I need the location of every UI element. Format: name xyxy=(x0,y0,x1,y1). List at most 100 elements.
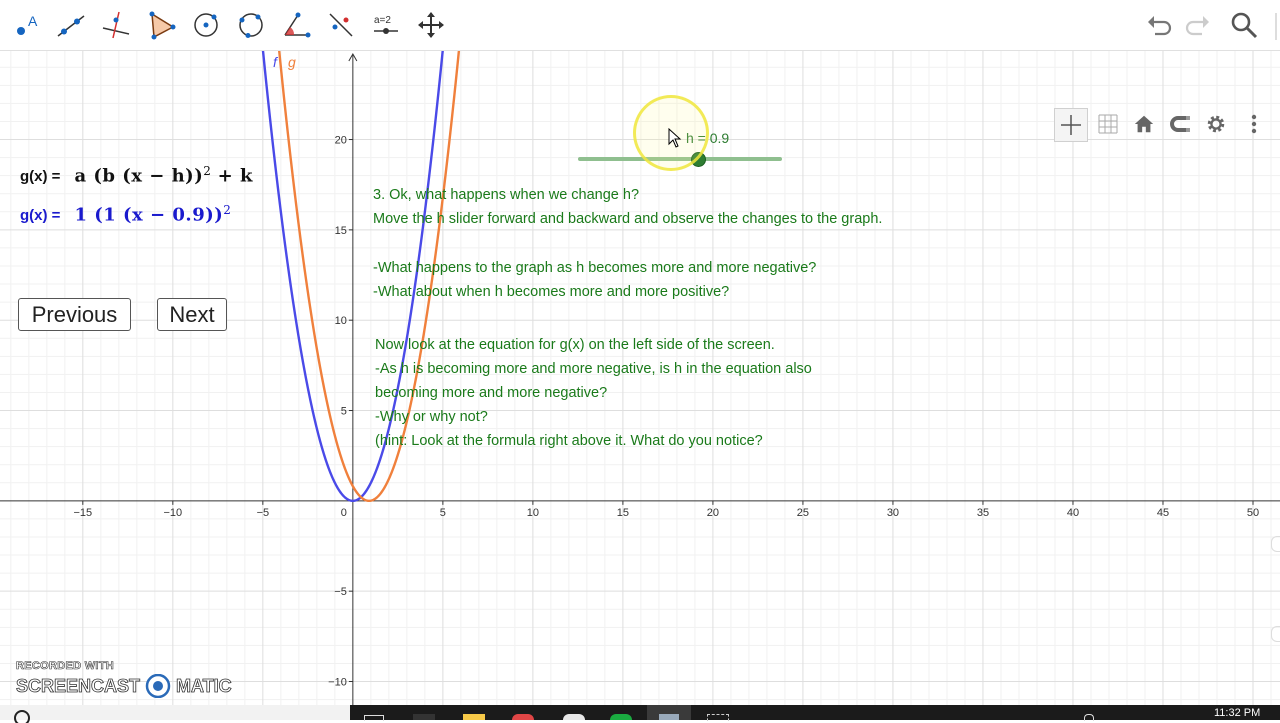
cortana-search-icon xyxy=(14,710,30,723)
watermark-brand-right: MATIC xyxy=(176,675,232,696)
x-tick-label: 45 xyxy=(1157,507,1169,519)
axes-icon xyxy=(1061,115,1081,135)
move-arrows-icon xyxy=(418,12,444,38)
polygon-tool[interactable] xyxy=(142,5,180,45)
x-tick-label: 15 xyxy=(617,507,629,519)
general-equation-label: g(x) = xyxy=(20,168,61,186)
menu-button[interactable] xyxy=(1264,5,1280,45)
instruction-line-8: -Why or why not? xyxy=(375,409,488,425)
perpendicular-line-tool[interactable] xyxy=(97,5,135,45)
general-equation-tail: + k xyxy=(210,165,253,187)
x-tick-label: −5 xyxy=(257,507,270,519)
curve-label-g: g xyxy=(288,54,296,70)
side-panel-handle[interactable] xyxy=(1271,536,1280,552)
specific-equation: g(x) = 1 (1 (x − 0.9))2 xyxy=(20,203,231,225)
graphics-view[interactable]: 0 −15 −10 −5 5 10 15 20 25 30 35 40 45 50 20 15 10 5 −5 −10… xyxy=(0,51,1280,705)
instruction-line-9: (hint: Look at the formula right above i… xyxy=(375,433,763,449)
circle-center-tool[interactable] xyxy=(187,5,225,45)
next-button[interactable]: Next xyxy=(157,298,227,331)
x-tick-label: −10 xyxy=(163,507,182,519)
circle-three-points-icon xyxy=(239,13,263,38)
y-tick-label: 10 xyxy=(335,315,347,327)
watermark-recorded-with: RECORDED WITH xyxy=(16,660,115,673)
x-tick-label: 40 xyxy=(1067,507,1079,519)
point-tool[interactable]: A xyxy=(8,5,46,45)
angle-icon xyxy=(284,12,311,38)
slider-tool-label: a=2 xyxy=(374,15,391,26)
circle-center-icon xyxy=(194,13,218,37)
more-vert-icon xyxy=(1275,13,1277,40)
toolbar: A a=2 xyxy=(0,0,1280,51)
y-tick-label: 5 xyxy=(341,406,347,418)
reflect-tool[interactable] xyxy=(322,5,360,45)
curve-label-f: f xyxy=(273,54,277,70)
point-tool-icon: A xyxy=(17,13,38,35)
standard-view-button[interactable] xyxy=(1128,108,1160,140)
gear-icon xyxy=(1207,115,1225,133)
redo-button[interactable] xyxy=(1178,5,1216,45)
specific-equation-exponent: 2 xyxy=(223,203,231,217)
magnet-icon xyxy=(1170,116,1190,132)
previous-button[interactable]: Previous xyxy=(18,298,131,331)
taskbar-app-3-icon[interactable] xyxy=(610,714,632,720)
taskbar-active-app[interactable] xyxy=(647,705,691,720)
instruction-line-5: Now look at the equation for g(x) on the… xyxy=(375,337,775,353)
point-capturing-button[interactable] xyxy=(1164,108,1196,140)
polygon-icon xyxy=(149,11,176,40)
search-button[interactable] xyxy=(1225,5,1263,45)
y-tick-label: −10 xyxy=(328,677,347,689)
file-explorer-icon[interactable] xyxy=(463,714,485,720)
instruction-line-6: -As h is becoming more and more negative… xyxy=(375,361,812,377)
instruction-line-3: -What happens to the graph as h becomes … xyxy=(373,260,817,276)
undo-icon xyxy=(1148,16,1172,36)
watermark-brand-left: SCREENCAST xyxy=(16,675,141,696)
task-view-icon[interactable] xyxy=(364,715,384,721)
cursor-arrow-icon xyxy=(668,128,682,148)
x-tick-label: 25 xyxy=(797,507,809,519)
reflect-icon xyxy=(329,13,353,37)
browser-icon[interactable] xyxy=(512,714,534,720)
undo-button[interactable] xyxy=(1141,5,1179,45)
instruction-line-7: becoming more and more negative? xyxy=(375,385,608,401)
home-icon xyxy=(1134,115,1154,133)
general-equation: g(x) = a (b (x − h))2 + k xyxy=(20,164,253,186)
line-icon xyxy=(57,15,85,37)
taskbar-app-1-icon[interactable] xyxy=(413,714,435,720)
grid-icon xyxy=(1098,114,1118,134)
y-tick-label: 20 xyxy=(335,135,347,147)
x-tick-label: 5 xyxy=(440,507,446,519)
taskbar-app-2-icon[interactable] xyxy=(563,714,585,720)
x-tick-label: 30 xyxy=(887,507,899,519)
more-vert-icon xyxy=(1251,114,1257,134)
screencast-watermark: RECORDED WITH SCREENCAST MATIC xyxy=(16,660,232,698)
screencast-logo-icon xyxy=(145,674,171,698)
settings-button[interactable] xyxy=(1200,108,1232,140)
search-icon xyxy=(1231,12,1258,39)
line-tool[interactable] xyxy=(52,5,90,45)
slider-tool[interactable]: a=2 xyxy=(367,5,405,45)
x-tick-label: 20 xyxy=(707,507,719,519)
y-tick-label: 15 xyxy=(335,225,347,237)
slider-icon: a=2 xyxy=(374,15,398,34)
move-graphics-tool[interactable] xyxy=(412,5,450,45)
general-equation-exponent: 2 xyxy=(203,164,211,178)
toggle-grid-button[interactable] xyxy=(1092,108,1124,140)
instruction-line-4: -What about when h becomes more and more… xyxy=(373,284,730,300)
specific-equation-formula: 1 (1 (x − 0.9)) xyxy=(74,204,224,226)
taskbar-clock: 11:32 PM xyxy=(1214,707,1261,719)
toggle-axes-button[interactable] xyxy=(1054,108,1088,142)
y-tick-label: −5 xyxy=(334,586,347,598)
angle-tool[interactable] xyxy=(277,5,315,45)
general-equation-formula: a (b (x − h)) xyxy=(74,165,204,187)
graphics-style-bar xyxy=(1054,108,1272,142)
graphics-menu-button[interactable] xyxy=(1238,108,1270,140)
circle-three-points-tool[interactable] xyxy=(232,5,270,45)
side-panel-handle-2[interactable] xyxy=(1271,626,1280,642)
perpendicular-line-icon xyxy=(102,11,130,39)
os-taskbar: 11:32 PM xyxy=(0,705,1280,723)
x-tick-label: 35 xyxy=(977,507,989,519)
taskbar-search-box[interactable] xyxy=(0,705,350,723)
x-tick-label: 10 xyxy=(527,507,539,519)
instruction-line-2: Move the h slider forward and backward a… xyxy=(373,211,883,227)
active-app-icon xyxy=(659,714,679,720)
